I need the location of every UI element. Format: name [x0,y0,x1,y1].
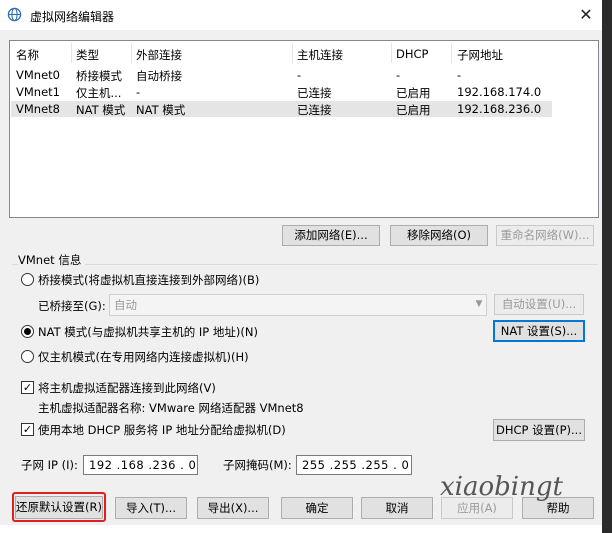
table-row[interactable]: VMnet0 桥接模式 自动桥接 - - - [11,67,552,83]
subnet-ip-label: 子网 IP (I): [21,458,78,472]
column-separator [131,43,132,63]
auto-settings-button[interactable]: 自动设置(U)... [494,294,584,315]
window-title: 虚拟网络编辑器 [30,10,115,24]
bridged-to-select[interactable]: 自动 [109,294,487,316]
column-separator [391,43,392,63]
close-button[interactable]: ✕ [570,3,602,27]
dhcp-settings-button[interactable]: DHCP 设置(P)... [493,419,585,441]
table-row[interactable]: VMnet1 仅主机... - 已连接 已启用 192.168.174.0 [11,84,552,100]
subnet-mask-label: 子网掩码(M): [223,458,292,472]
column-header-name[interactable]: 名称 [16,47,39,63]
cell-subnet: 192.168.236.0 [457,102,542,116]
highlight-box [12,492,106,522]
host-only-radio[interactable] [21,350,34,363]
network-list[interactable]: 名称 类型 外部连接 主机连接 DHCP 子网地址 VMnet0 桥接模式 自动… [9,40,599,218]
column-separator [71,43,72,63]
nat-mode-label[interactable]: NAT 模式(与虚拟机共享主机的 IP 地址)(N) [38,324,258,340]
subnet-mask-input[interactable]: 255 .255 .255 . 0 [296,455,412,475]
connect-adapter-label[interactable]: 将主机虚拟适配器连接到此网络(V) [38,380,216,396]
cancel-button[interactable]: 取消 [361,497,433,519]
cell-dhcp: 已启用 [396,103,431,117]
cell-name: VMnet8 [16,102,60,116]
column-header-host[interactable]: 主机连接 [297,47,343,63]
cell-type: NAT 模式 [76,103,126,117]
export-button[interactable]: 导出(X)... [197,497,269,519]
cell-external: - [136,85,141,99]
rename-network-button[interactable]: 重命名网络(W)... [496,225,594,246]
remove-network-button[interactable]: 移除网络(O) [390,225,488,246]
bridge-mode-label[interactable]: 桥接模式(将虚拟机直接连接到外部网络)(B) [38,272,259,288]
column-separator [292,43,293,63]
column-header-subnet[interactable]: 子网地址 [457,47,503,63]
use-dhcp-checkbox[interactable]: ✓ [21,423,34,436]
watermark: xiaobingt [440,472,563,502]
globe-icon [7,7,22,22]
cell-name: VMnet0 [16,68,60,82]
cell-dhcp: - [396,68,401,82]
background-window-edge [602,0,612,533]
cell-host: - [297,68,302,82]
host-only-label[interactable]: 仅主机模式(在专用网络内连接虚拟机)(H) [38,349,249,365]
cell-subnet: - [457,68,462,82]
cell-host: 已连接 [297,103,332,117]
cell-host: 已连接 [297,86,332,100]
cell-subnet: 192.168.174.0 [457,85,542,99]
nat-mode-radio[interactable] [21,325,34,338]
cell-type: 桥接模式 [76,69,122,83]
column-header-external[interactable]: 外部连接 [136,47,182,63]
import-button[interactable]: 导入(T)... [115,497,187,519]
vmnet-info-title: VMnet 信息 [18,252,86,268]
table-row-selected[interactable]: VMnet8 NAT 模式 NAT 模式 已连接 已启用 192.168.236… [11,101,552,117]
chevron-down-icon: ▼ [475,299,483,309]
nat-settings-button[interactable]: NAT 设置(S)... [493,320,585,342]
add-network-button[interactable]: 添加网络(E)... [282,225,380,246]
cell-dhcp: 已启用 [396,86,431,100]
bottom-edge [0,525,602,533]
cell-name: VMnet1 [16,85,60,99]
cell-external: NAT 模式 [136,103,186,117]
bridged-to-label: 已桥接至(G): [38,299,106,313]
ok-button[interactable]: 确定 [281,497,353,519]
use-dhcp-label[interactable]: 使用本地 DHCP 服务将 IP 地址分配给虚拟机(D) [38,422,286,438]
cell-external: 自动桥接 [136,69,182,83]
column-separator [451,43,452,63]
cell-type: 仅主机... [76,86,122,100]
connect-adapter-checkbox[interactable]: ✓ [21,381,34,394]
subnet-ip-input[interactable]: 192 .168 .236 . 0 [83,455,198,475]
adapter-name-text: 主机虚拟适配器名称: VMware 网络适配器 VMnet8 [38,401,304,415]
column-header-type[interactable]: 类型 [76,47,99,63]
group-border [12,264,598,265]
bridge-mode-radio[interactable] [21,273,34,286]
column-header-dhcp[interactable]: DHCP [396,47,428,61]
